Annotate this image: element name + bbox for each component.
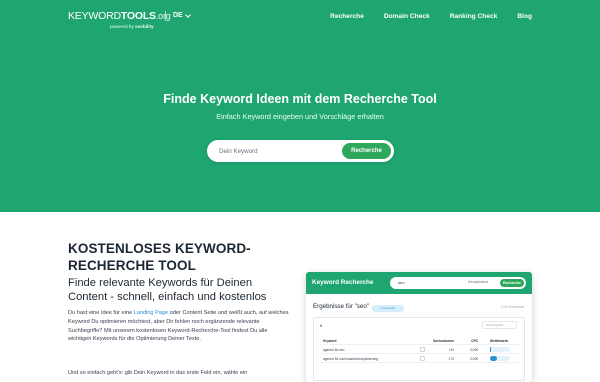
- preview-table: Keyword Suchvolumen CPC Wettbewerb agent…: [320, 336, 520, 363]
- row-keyword: agentur für seo: [323, 348, 345, 352]
- hero-title: Finde Keyword Ideen mit dem Recherche To…: [163, 92, 437, 106]
- language-selector[interactable]: DE: [165, 11, 191, 21]
- site-logo[interactable]: KEYWORD TOOLS .org powered by seobility: [68, 11, 171, 29]
- preview-result-count: 8: [320, 323, 323, 328]
- section-subheading: Finde relevante Keywords für Deinen Cont…: [68, 277, 267, 303]
- preview-search-button: Recherche: [500, 279, 524, 287]
- preview-results-title: Ergebnisse für "seo": [313, 303, 369, 310]
- chevron-down-icon: [184, 11, 191, 18]
- language-label: DE: [173, 12, 183, 19]
- hero-subtitle: Einfach Keyword eingeben und Vorschläge …: [216, 112, 384, 121]
- row-cpc: 0,00€: [470, 348, 478, 352]
- logo-powered-by: powered by seobility: [110, 24, 171, 29]
- howto-paragraph: Und so einfach geht's: gib Dein Keyword …: [68, 370, 248, 376]
- logo-wordmark: KEYWORD TOOLS .org: [68, 11, 171, 22]
- landing-page-link[interactable]: Landing Page: [134, 310, 169, 316]
- nav-link-domain-check[interactable]: Domain Check: [384, 13, 430, 20]
- tool-preview-screenshot: Keyword Recherche seo Deutschland Recher…: [306, 272, 532, 382]
- row-competition-bar: [490, 356, 510, 361]
- hero-section: KEYWORD TOOLS .org powered by seobility DE…: [0, 0, 600, 212]
- logo-part-tools: TOOLS: [120, 10, 156, 22]
- keyword-search-form: Recherche: [207, 140, 394, 162]
- col-competition: Wettbewerb: [490, 339, 509, 343]
- keyword-search-input[interactable]: [219, 145, 339, 157]
- preview-search-bar: seo Deutschland Recherche: [390, 277, 526, 289]
- search-button[interactable]: Recherche: [342, 143, 391, 159]
- nav-link-blog[interactable]: Blog: [517, 13, 532, 20]
- row-competition-bar: [490, 347, 510, 352]
- col-cpc: CPC: [471, 339, 478, 343]
- table-row: agentur für suchmaschinenoptimierung 170…: [320, 354, 520, 363]
- preview-keyword-badge: 1 Keyword: [372, 305, 404, 312]
- preview-header: Keyword Recherche seo Deutschland Recher…: [306, 272, 532, 294]
- row-keyword: agentur für suchmaschinenoptimierung: [323, 357, 379, 361]
- content-section: KOSTENLOSES KEYWORD-RECHERCHE TOOL Finde…: [0, 212, 600, 382]
- competition-fill: [490, 347, 491, 352]
- preview-filter-input: Suchbegriffe...: [482, 321, 517, 329]
- powered-prefix: powered by: [110, 23, 134, 29]
- preview-results-card: 8 Suchbegriffe... Keyword Suchvolumen CP…: [313, 317, 525, 381]
- row-volume: 110: [448, 348, 454, 352]
- row-volume: 170: [448, 357, 454, 361]
- col-keyword: Keyword: [323, 339, 337, 343]
- nav-link-recherche[interactable]: Recherche: [330, 13, 364, 20]
- preview-csv-download: CSV Download: [501, 305, 524, 309]
- top-navigation: KEYWORD TOOLS .org powered by seobility DE…: [0, 0, 600, 36]
- preview-title: Keyword Recherche: [312, 279, 374, 286]
- nav-links: Recherche Domain Check Ranking Check Blo…: [330, 13, 532, 20]
- preview-table-header: Keyword Suchvolumen CPC Wettbewerb: [320, 336, 520, 345]
- competition-fill: [490, 356, 497, 361]
- nav-link-ranking-check[interactable]: Ranking Check: [450, 13, 498, 20]
- col-volume: Suchvolumen: [433, 339, 454, 343]
- intro-paragraph: Du hast eine Idee für eine Landing Page …: [68, 309, 290, 344]
- preview-country: Deutschland: [468, 280, 488, 284]
- table-row: agentur für seo 110 0,00€: [320, 345, 520, 354]
- powered-brand: seobility: [135, 23, 154, 29]
- row-cpc: 0,00€: [470, 357, 478, 361]
- intro-text-start: Du hast eine Idee für eine: [68, 310, 134, 316]
- preview-query: seo: [398, 280, 405, 285]
- row-checkbox: [420, 356, 425, 361]
- section-heading: KOSTENLOSES KEYWORD-RECHERCHE TOOL: [68, 241, 251, 273]
- row-checkbox: [420, 347, 425, 352]
- logo-part-keyword: KEYWORD: [68, 10, 121, 22]
